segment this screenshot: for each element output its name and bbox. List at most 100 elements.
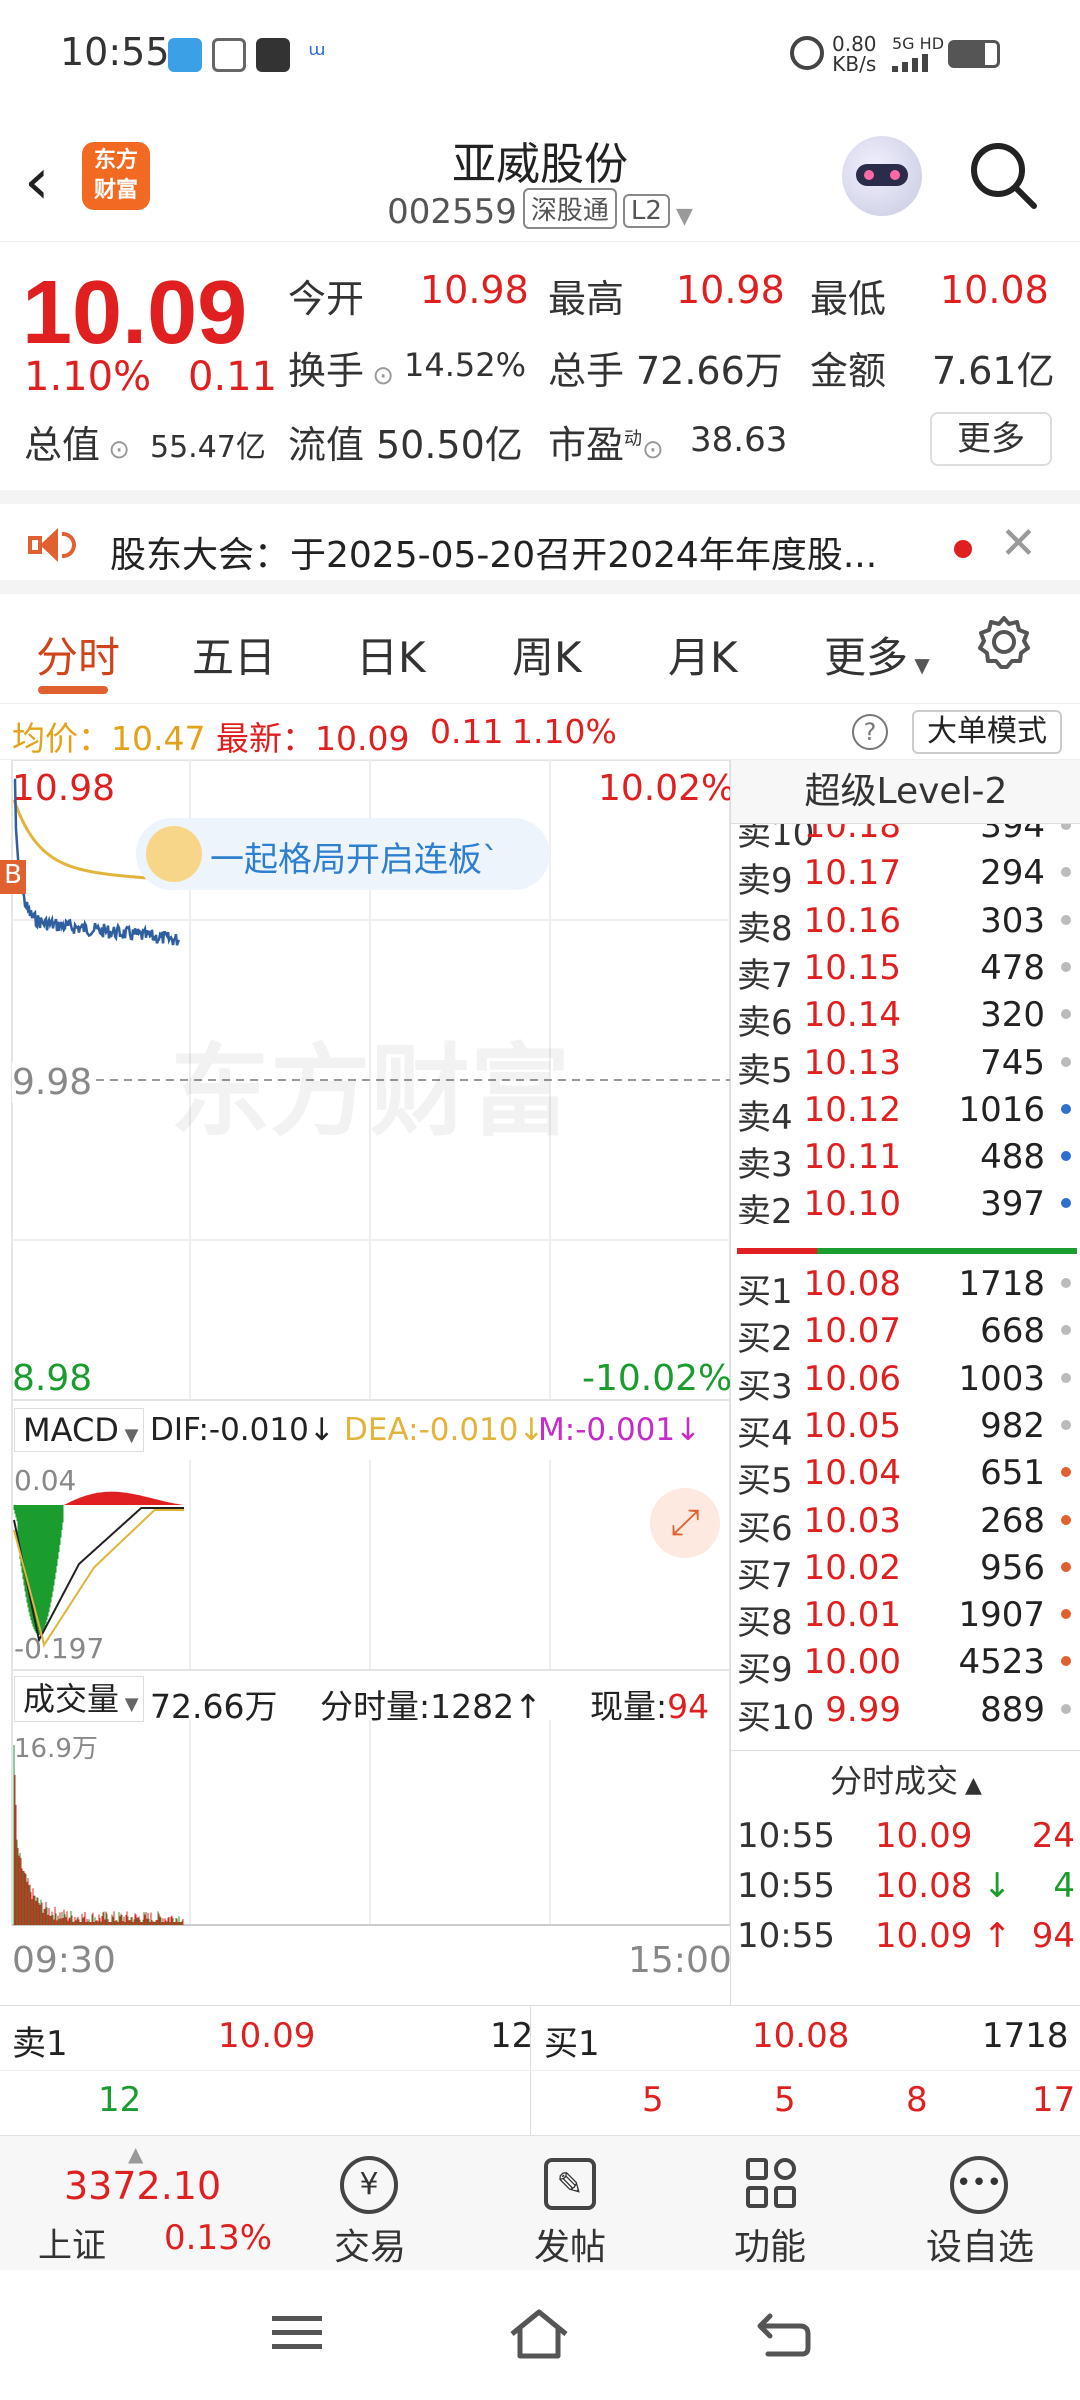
buy-queue-item: 8 bbox=[906, 2080, 928, 2120]
caret-down-icon: ▼ bbox=[675, 204, 693, 229]
level2-title[interactable]: 超级Level-2 bbox=[731, 760, 1080, 824]
macd-axis-bottom: -0.197 bbox=[14, 1632, 105, 1665]
close-icon[interactable]: ✕ bbox=[1000, 518, 1037, 569]
help-icon[interactable]: ? bbox=[852, 714, 888, 750]
order-price: 10.11 bbox=[803, 1137, 901, 1178]
order-price: 10.10 bbox=[803, 1184, 901, 1224]
stock-code-line[interactable]: 002559 深股通 L2 ▼ bbox=[0, 188, 1080, 232]
open-label: 今开 bbox=[288, 277, 365, 321]
index-percent: 0.13% bbox=[164, 2218, 273, 2258]
avg-value: 10.47 bbox=[111, 719, 206, 758]
tab-five-day[interactable]: 五日 bbox=[192, 624, 276, 685]
buy-order-row[interactable]: 买5 10.04 651 bbox=[731, 1449, 1080, 1501]
grid-icon-part bbox=[774, 2158, 796, 2180]
macd-selector[interactable]: MACD ▼ bbox=[14, 1408, 144, 1452]
sell-order-row[interactable]: 卖5 10.13 745 bbox=[731, 1039, 1080, 1091]
buy-order-row[interactable]: 买1 10.08 1718 bbox=[731, 1260, 1080, 1312]
tab-more[interactable]: 更多 ▼ bbox=[824, 624, 930, 685]
buy-order-row[interactable]: 买3 10.06 1003 bbox=[731, 1355, 1080, 1407]
promo-banner[interactable]: 一起格局开启连板` bbox=[136, 818, 550, 890]
net-speed-unit: KB/s bbox=[832, 52, 877, 76]
buy-order-row[interactable]: 买9 10.00 4523 bbox=[731, 1638, 1080, 1690]
macd-label: MACD bbox=[23, 1411, 119, 1449]
ticks-header[interactable]: 分时成交 ▲ bbox=[731, 1750, 1080, 1812]
change-percent: 1.10% bbox=[24, 354, 152, 400]
tab-intraday[interactable]: 分时 bbox=[36, 624, 120, 685]
more-button[interactable]: 更多 bbox=[930, 412, 1052, 466]
tick-row: 10:55 10.09 ↑ 94 bbox=[731, 1912, 1080, 1960]
grid-icon-part bbox=[774, 2186, 796, 2208]
bid-ask-summary: 卖1 10.09 12 买1 10.08 1718 12 5 5 8 17 bbox=[0, 2005, 1080, 2136]
edit-post-icon: ✎ bbox=[544, 2158, 596, 2210]
settings-gear-icon[interactable] bbox=[976, 614, 1032, 670]
order-volume: 488 bbox=[980, 1137, 1045, 1178]
nav-post[interactable]: ✎ 发帖 bbox=[500, 2136, 640, 2271]
active-tab-indicator bbox=[38, 686, 108, 694]
buy-order-row[interactable]: 买7 10.02 956 bbox=[731, 1544, 1080, 1596]
nav-functions-label: 功能 bbox=[733, 2227, 806, 2268]
buy-order-row[interactable]: 买4 10.05 982 bbox=[731, 1402, 1080, 1454]
volume-label: 成交量 bbox=[23, 1680, 120, 1718]
mktcap-label[interactable]: 总值 ⊙ bbox=[24, 414, 130, 469]
sell-order-row[interactable]: 卖9 10.17 294 bbox=[731, 849, 1080, 901]
sell-order-row[interactable]: 卖3 10.11 488 bbox=[731, 1133, 1080, 1185]
sell-order-row[interactable]: 卖2 10.10 397 bbox=[731, 1180, 1080, 1224]
order-price: 10.03 bbox=[803, 1500, 901, 1541]
avg-label: 均价： bbox=[12, 719, 111, 758]
order-price: 10.12 bbox=[803, 1089, 901, 1130]
volume-now: 现量:94 bbox=[590, 1680, 709, 1728]
tab-daily-k[interactable]: 日K bbox=[356, 624, 426, 685]
order-level: 买5 bbox=[737, 1461, 793, 1502]
sell-order-row[interactable]: 卖4 10.12 1016 bbox=[731, 1086, 1080, 1138]
order-level: 买7 bbox=[737, 1555, 793, 1596]
tick-volume: 4 bbox=[1053, 1866, 1075, 1906]
last-label: 最新： bbox=[216, 719, 315, 758]
buy-order-row[interactable]: 买2 10.07 668 bbox=[731, 1307, 1080, 1359]
order-price: 10.17 bbox=[803, 853, 901, 894]
assistant-robot-icon[interactable] bbox=[842, 136, 922, 216]
index-ticker[interactable]: ▲ 3372.10 上证 0.13% bbox=[0, 2136, 290, 2271]
turnover-label[interactable]: 换手 ⊙ bbox=[288, 340, 394, 395]
nav-functions[interactable]: 功能 bbox=[700, 2136, 840, 2271]
pe-value: 38.63 bbox=[690, 420, 788, 460]
order-volume: 889 bbox=[980, 1689, 1045, 1730]
sell-order-row[interactable]: 卖10 10.18 394 bbox=[731, 824, 1080, 854]
back-nav-icon[interactable] bbox=[756, 2308, 812, 2360]
volume-selector[interactable]: 成交量 ▼ bbox=[14, 1676, 144, 1722]
menu-icon[interactable] bbox=[272, 2316, 322, 2349]
sell-order-row[interactable]: 卖6 10.14 320 bbox=[731, 991, 1080, 1043]
expand-icon[interactable]: ⤢ bbox=[650, 1488, 720, 1558]
order-volume: 478 bbox=[980, 947, 1045, 988]
time-end: 15:00 bbox=[628, 1940, 732, 1981]
order-volume: 397 bbox=[980, 1184, 1045, 1224]
buy-order-row[interactable]: 买10 9.99 889 bbox=[731, 1686, 1080, 1738]
low-label: 最低 bbox=[810, 277, 887, 321]
tab-weekly-k[interactable]: 周K bbox=[512, 624, 582, 685]
sell-orders: 卖10 10.18 394 卖9 10.17 294 卖8 10.16 303 卖7 10.15 47… bbox=[731, 824, 1080, 1224]
axis-top-percent: 10.02% bbox=[598, 768, 736, 809]
volume-now-value: 94 bbox=[667, 1687, 710, 1726]
info-icon: ⊙ bbox=[642, 435, 664, 465]
tab-monthly-k[interactable]: 月K bbox=[668, 624, 738, 685]
nav-add-watchlist[interactable]: ••• 设自选 bbox=[900, 2136, 1060, 2271]
home-icon[interactable] bbox=[506, 2306, 572, 2362]
intraday-chart-area[interactable]: 10.98 10.02% 9.98 8.98 -10.02% B 一起格局开启连… bbox=[0, 760, 735, 2005]
sell-order-row[interactable]: 卖8 10.16 303 bbox=[731, 897, 1080, 949]
buy-order-row[interactable]: 买8 10.01 1907 bbox=[731, 1591, 1080, 1643]
buy-order-row[interactable]: 买6 10.03 268 bbox=[731, 1497, 1080, 1549]
nav-trade[interactable]: ¥ 交易 bbox=[300, 2136, 440, 2271]
tick-row: 10:55 10.09 24 bbox=[731, 1812, 1080, 1860]
pe-label[interactable]: 市盈动⊙ bbox=[548, 414, 664, 469]
sell-order-row[interactable]: 卖7 10.15 478 bbox=[731, 944, 1080, 996]
order-dot bbox=[1061, 914, 1071, 925]
search-icon[interactable] bbox=[968, 140, 1038, 210]
nav-add-watchlist-label: 设自选 bbox=[925, 2227, 1034, 2268]
order-price: 10.05 bbox=[803, 1405, 901, 1446]
buy-marker[interactable]: B bbox=[0, 860, 26, 894]
index-value: 3372.10 bbox=[64, 2164, 222, 2208]
connect-tag: 深股通 bbox=[522, 188, 617, 229]
status-bar: 10:55 ᵚ 0.80 KB/s 5G HD bbox=[0, 0, 1080, 110]
buy-queue-item: 5 bbox=[774, 2080, 796, 2120]
big-order-mode-button[interactable]: 大单模式 bbox=[912, 710, 1062, 754]
notice-bar[interactable]: 股东大会：于2025-05-20召开2024年年度股... ✕ bbox=[0, 490, 1080, 594]
